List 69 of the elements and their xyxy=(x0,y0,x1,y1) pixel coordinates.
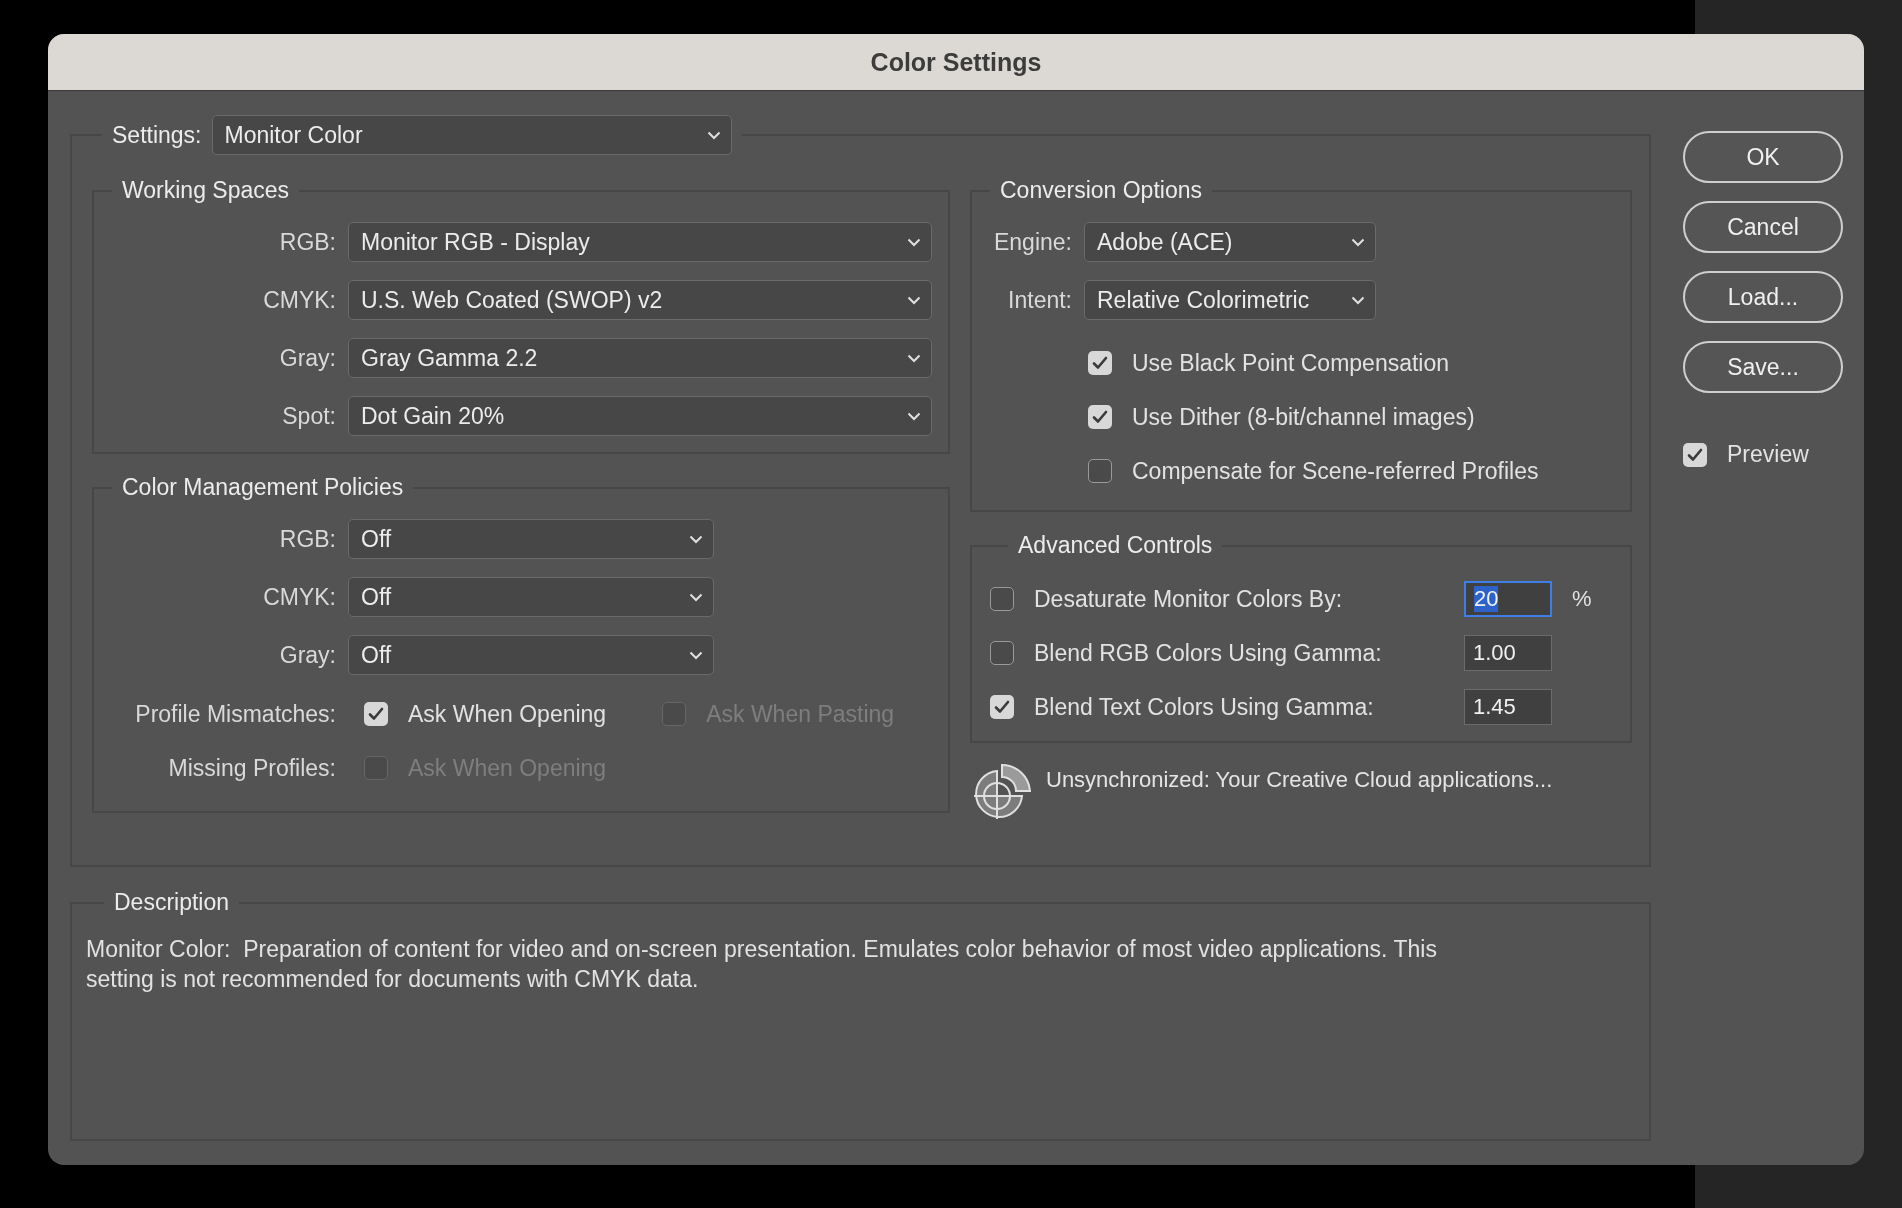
chevron-down-icon xyxy=(706,130,721,140)
dropdown[interactable]: Off xyxy=(348,577,714,617)
group-title: Advanced Controls xyxy=(1018,532,1213,559)
checkbox-label: Use Dither (8-bit/channel images) xyxy=(1132,403,1475,431)
field-label: Spot: xyxy=(281,402,336,430)
settings-label: Settings: xyxy=(112,121,202,149)
field-label: Gray: xyxy=(278,641,336,669)
checkbox[interactable] xyxy=(1088,405,1112,429)
field-label: Intent: xyxy=(1007,286,1072,314)
chevron-down-icon xyxy=(907,295,921,305)
dialog-button[interactable]: OK xyxy=(1683,131,1843,183)
field-label: Missing Profiles: xyxy=(167,754,336,782)
dialog-button[interactable]: Cancel xyxy=(1683,201,1843,253)
number-field[interactable]: 20 xyxy=(1464,581,1552,617)
dropdown[interactable]: Monitor Color xyxy=(211,115,732,155)
group-title: Conversion Options xyxy=(1000,177,1202,204)
dialog-button[interactable]: Save... xyxy=(1683,341,1843,393)
dropdown[interactable]: Monitor RGB - Display xyxy=(348,222,932,262)
chevron-down-icon xyxy=(689,650,703,660)
dropdown[interactable]: Adobe (ACE) xyxy=(1084,222,1376,262)
chevron-down-icon xyxy=(1351,237,1365,247)
checkbox[interactable] xyxy=(364,702,388,726)
chevron-down-icon xyxy=(907,237,921,247)
field-label: CMYK: xyxy=(262,583,336,611)
dropdown[interactable]: Dot Gain 20% xyxy=(348,396,932,436)
checkbox[interactable] xyxy=(990,587,1014,611)
number-field[interactable]: 1.45 xyxy=(1464,689,1552,725)
window-title: Color Settings xyxy=(870,47,1042,77)
sync-status-text: Unsynchronized: Your Creative Cloud applications... xyxy=(1046,767,1553,793)
dropdown[interactable]: Gray Gamma 2.2 xyxy=(348,338,932,378)
number-field[interactable]: 1.00 xyxy=(1464,635,1552,671)
checkbox-label: Blend Text Colors Using Gamma: xyxy=(1034,693,1375,721)
checkbox-label: Ask When Opening xyxy=(408,700,607,728)
field-label: Gray: xyxy=(278,344,336,372)
checkbox-label: Blend RGB Colors Using Gamma: xyxy=(1034,639,1383,667)
chevron-down-icon xyxy=(1351,295,1365,305)
checkbox[interactable] xyxy=(990,695,1014,719)
field-label: Engine: xyxy=(993,228,1072,256)
checkbox-label: Preview xyxy=(1727,441,1809,468)
checkmark-icon xyxy=(994,700,1010,714)
checkmark-icon xyxy=(1092,356,1108,370)
unit-label: % xyxy=(1572,586,1593,612)
chevron-down-icon xyxy=(907,411,921,421)
checkmark-icon xyxy=(368,707,384,721)
chevron-down-icon xyxy=(689,534,703,544)
dropdown[interactable]: U.S. Web Coated (SWOP) v2 xyxy=(348,280,932,320)
checkbox-label: Use Black Point Compensation xyxy=(1132,349,1450,377)
group-title: Description xyxy=(114,889,230,916)
checkbox-label: Compensate for Scene-referred Profiles xyxy=(1132,457,1539,485)
description-text: Monitor Color: Preparation of content for video and on-screen presentation. Emulates color behavior of most video applications. This setting is not recommended for documents with CMYK data. xyxy=(86,935,1438,994)
dropdown[interactable]: Off xyxy=(348,519,714,559)
group-title: Color Management Policies xyxy=(122,474,404,501)
group-title: Working Spaces xyxy=(122,177,290,204)
checkmark-icon xyxy=(1687,447,1703,462)
dropdown[interactable]: Relative Colorimetric xyxy=(1084,280,1376,320)
checkbox[interactable] xyxy=(1683,442,1707,467)
field-label: RGB: xyxy=(278,228,336,256)
checkbox-label: Desaturate Monitor Colors By: xyxy=(1034,585,1344,613)
chevron-down-icon xyxy=(907,353,921,363)
field-label: Profile Mismatches: xyxy=(134,700,336,728)
checkmark-icon xyxy=(1092,410,1108,424)
checkbox[interactable] xyxy=(1088,459,1112,483)
checkbox[interactable] xyxy=(990,641,1014,665)
dropdown[interactable]: Off xyxy=(348,635,714,675)
dialog-button[interactable]: Load... xyxy=(1683,271,1843,323)
checkbox[interactable] xyxy=(1088,351,1112,375)
chevron-down-icon xyxy=(689,592,703,602)
field-label: RGB: xyxy=(278,525,336,553)
field-label: CMYK: xyxy=(262,286,336,314)
